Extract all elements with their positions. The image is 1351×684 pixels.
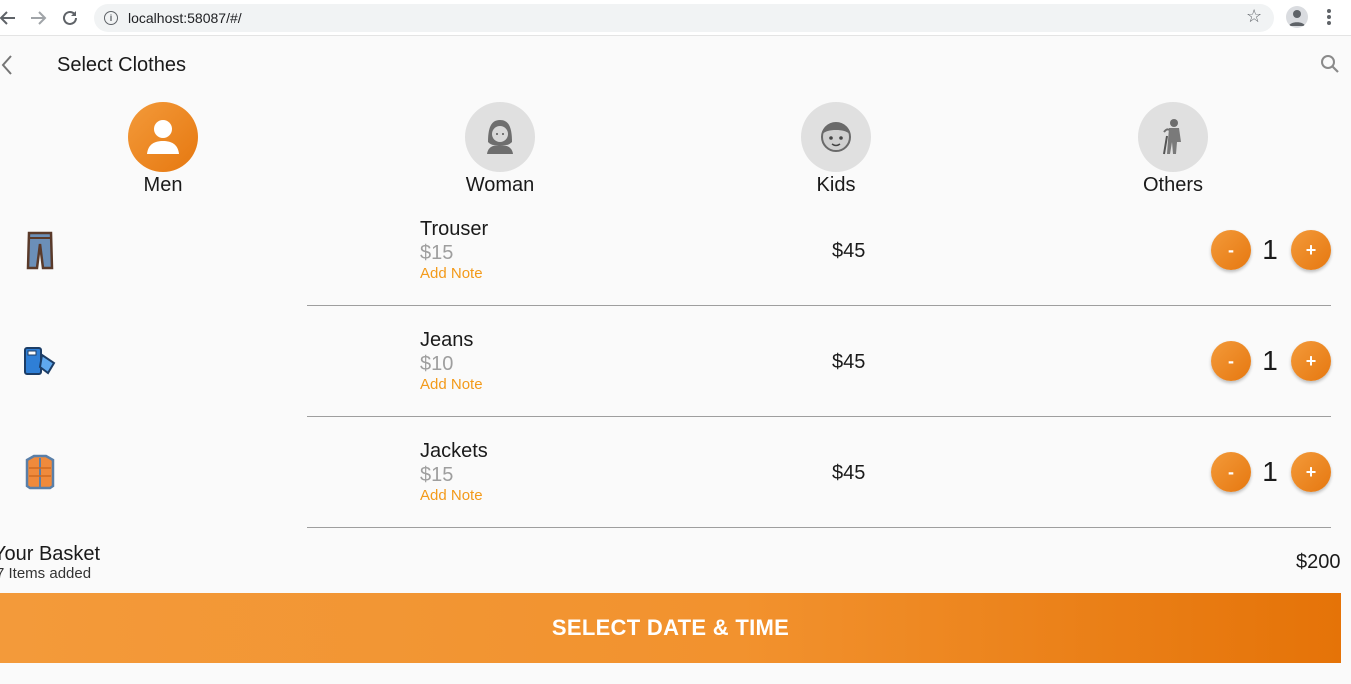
woman-icon [465, 102, 535, 172]
add-note-link[interactable]: Add Note [420, 376, 483, 393]
category-woman[interactable]: Woman [440, 102, 560, 197]
browser-toolbar: i localhost:58087/#/ ☆ [0, 0, 1351, 36]
item-info: Jackets $15 Add Note [420, 440, 488, 504]
man-icon [128, 102, 198, 172]
profile-avatar-icon[interactable] [1286, 6, 1308, 28]
bookmark-star-icon[interactable]: ☆ [1246, 6, 1262, 27]
increase-quantity-button[interactable]: + [1291, 452, 1331, 492]
increase-quantity-button[interactable]: + [1291, 341, 1331, 381]
quantity-value: 1 [1262, 345, 1278, 376]
back-icon[interactable] [0, 54, 20, 75]
page-title: Select Clothes [57, 54, 186, 76]
elder-icon [1138, 102, 1208, 172]
info-icon[interactable]: i [104, 11, 118, 25]
divider [307, 527, 1331, 528]
category-label: Others [1142, 174, 1204, 196]
category-others[interactable]: Others [1113, 102, 1233, 197]
browser-reload-icon[interactable] [58, 6, 82, 30]
category-men[interactable]: Men [103, 102, 223, 197]
item-name: Jeans [420, 329, 474, 351]
item-info: Trouser $15 Add Note [420, 218, 488, 282]
item-total: $45 [832, 351, 866, 373]
browser-back-icon[interactable] [0, 6, 20, 30]
category-label: Woman [465, 174, 535, 196]
add-note-link[interactable]: Add Note [420, 265, 488, 282]
add-note-link[interactable]: Add Note [420, 487, 488, 504]
decrease-quantity-button[interactable]: - [1211, 341, 1251, 381]
category-label: Kids [816, 174, 856, 196]
app-header: Select Clothes [0, 36, 1351, 92]
address-bar[interactable]: i localhost:58087/#/ [94, 4, 1274, 32]
list-item: Trouser $15 Add Note $45 - 1 + [0, 196, 1351, 307]
category-label: Men [143, 174, 183, 196]
category-kids[interactable]: Kids [776, 102, 896, 197]
browser-forward-icon[interactable] [26, 6, 50, 30]
browser-menu-icon[interactable] [1320, 7, 1338, 29]
item-unit-price: $15 [420, 464, 454, 486]
basket-title: Your Basket [0, 543, 101, 565]
basket-item-count: 7 Items added [0, 565, 92, 582]
url-text: localhost:58087/#/ [128, 10, 242, 26]
list-item: Jackets $15 Add Note $45 - 1 + [0, 418, 1351, 529]
trouser-icon [22, 230, 58, 270]
item-unit-price: $15 [420, 242, 454, 264]
divider [307, 416, 1331, 417]
divider [307, 305, 1331, 306]
search-icon[interactable] [1320, 54, 1342, 76]
list-item: Jeans $10 Add Note $45 - 1 + [0, 307, 1351, 418]
item-unit-price: $10 [420, 353, 454, 375]
jacket-icon [22, 452, 58, 492]
jeans-icon [22, 341, 58, 381]
select-date-time-button[interactable]: SELECT DATE & TIME [0, 593, 1341, 663]
item-total: $45 [832, 462, 866, 484]
decrease-quantity-button[interactable]: - [1211, 452, 1251, 492]
item-name: Trouser [420, 218, 489, 240]
item-total: $45 [832, 240, 866, 262]
kid-icon [801, 102, 871, 172]
increase-quantity-button[interactable]: + [1291, 230, 1331, 270]
item-name: Jackets [420, 440, 488, 462]
item-info: Jeans $10 Add Note [420, 329, 483, 393]
quantity-value: 1 [1262, 234, 1278, 265]
quantity-value: 1 [1262, 456, 1278, 487]
basket-total: $200 [1296, 551, 1341, 573]
decrease-quantity-button[interactable]: - [1211, 230, 1251, 270]
